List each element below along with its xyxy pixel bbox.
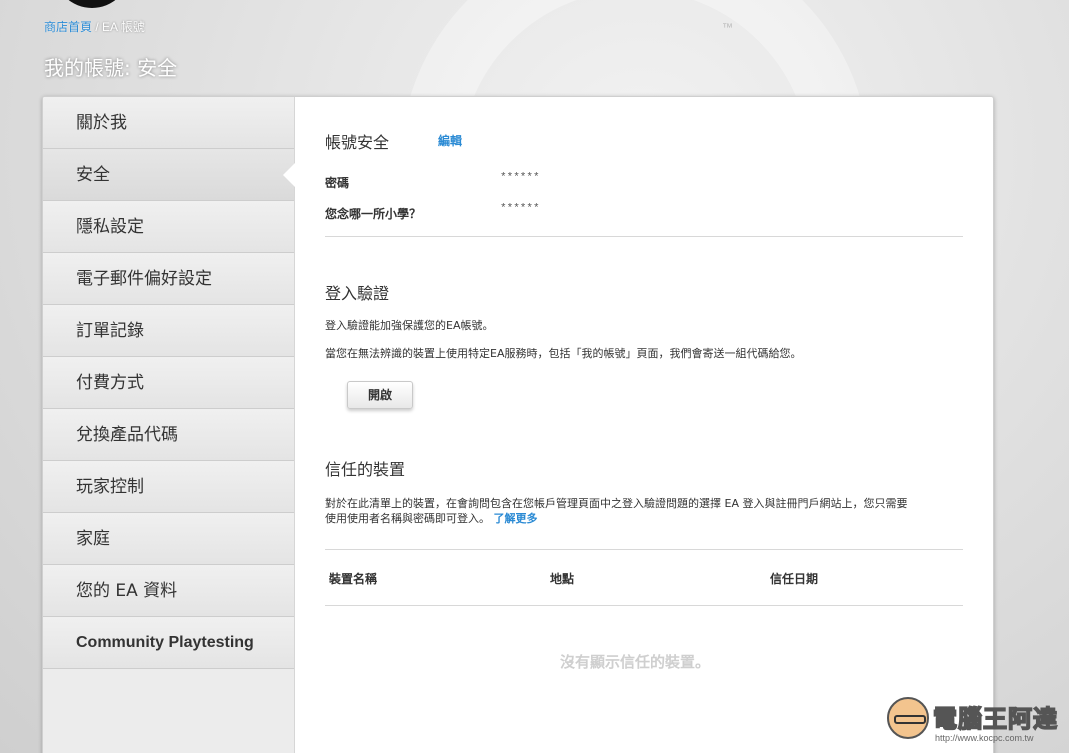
empty-devices-message: 沒有顯示信任的裝置。	[560, 653, 711, 671]
sidebar-item-label: 家庭	[76, 529, 110, 549]
trusted-devices-desc-line-1: 對於在此清單上的裝置，在會詢問包含在您帳戶管理頁面中之登入驗證問題的選擇 EA …	[325, 497, 908, 510]
sidebar-item-ea-data[interactable]: 您的 EA 資料	[43, 565, 294, 617]
breadcrumb: 商店首頁 / EA 帳號	[44, 18, 145, 35]
trademark-mark: ™	[722, 22, 733, 34]
sidebar-item-label: 兌換產品代碼	[76, 425, 178, 445]
active-indicator-arrow	[283, 163, 295, 187]
security-question-label: 您念哪一所小學？	[325, 207, 422, 221]
column-header-trust-date: 信任日期	[770, 572, 819, 586]
enable-verification-button[interactable]: 開啟	[347, 381, 413, 409]
edit-link[interactable]: 編輯	[438, 132, 462, 149]
sidebar-item-family[interactable]: 家庭	[43, 513, 294, 565]
divider	[325, 236, 963, 237]
sidebar-item-community-playtesting[interactable]: Community Playtesting	[43, 617, 294, 669]
password-label: 密碼	[325, 176, 350, 190]
account-security-title: 帳號安全	[325, 133, 390, 152]
breadcrumb-home-link[interactable]: 商店首頁	[44, 20, 92, 34]
password-value: ******	[500, 172, 540, 184]
breadcrumb-current: EA 帳號	[102, 20, 145, 34]
mascot-face-icon	[887, 697, 929, 739]
breadcrumb-separator: /	[92, 20, 103, 34]
column-header-device-name: 裝置名稱	[329, 572, 378, 586]
security-content: 帳號安全 編輯 密碼 ****** 您念哪一所小學？ ****** 登入驗證 登…	[325, 97, 965, 753]
sidebar-item-label: 付費方式	[76, 373, 144, 393]
sidebar-item-player-controls[interactable]: 玩家控制	[43, 461, 294, 513]
watermark-text: 電腦王阿達	[932, 704, 1058, 734]
trusted-devices-desc: 對於在此清單上的裝置，在會詢問包含在您帳戶管理頁面中之登入驗證問題的選擇 EA …	[325, 496, 965, 526]
login-verification-title: 登入驗證	[325, 284, 390, 303]
trusted-devices-desc-line-2: 使用使用者名稱與密碼即可登入。	[325, 512, 490, 525]
watermark-url: http://www.kocpc.com.tw	[935, 733, 1034, 743]
page-title: 我的帳號: 安全	[44, 56, 178, 80]
sidebar-item-label: 您的 EA 資料	[76, 581, 178, 601]
learn-more-link[interactable]: 了解更多	[494, 512, 538, 525]
sidebar-item-label: 隱私設定	[76, 217, 144, 237]
sidebar-item-about-me[interactable]: 關於我	[43, 97, 294, 149]
sidebar-item-label: 安全	[76, 165, 110, 185]
divider	[325, 605, 963, 606]
sidebar-item-label: 玩家控制	[76, 477, 144, 497]
sidebar-item-privacy[interactable]: 隱私設定	[43, 201, 294, 253]
sidebar-item-redeem-code[interactable]: 兌換產品代碼	[43, 409, 294, 461]
sidebar-item-order-history[interactable]: 訂單記錄	[43, 305, 294, 357]
security-question-value: ******	[500, 203, 540, 215]
sidebar-item-label: 訂單記錄	[76, 321, 144, 341]
divider	[325, 549, 963, 550]
login-verification-desc-2: 當您在無法辨識的裝置上使用特定EA服務時，包括「我的帳號」頁面，我們會寄送一組代…	[325, 347, 802, 360]
sidebar-item-label: 電子郵件偏好設定	[76, 269, 212, 289]
sidebar-item-email-preferences[interactable]: 電子郵件偏好設定	[43, 253, 294, 305]
sidebar-item-label: Community Playtesting	[76, 634, 254, 651]
site-watermark: 電腦王阿達 http://www.kocpc.com.tw	[887, 695, 1059, 751]
account-panel: 關於我 安全 隱私設定 電子郵件偏好設定 訂單記錄 付費方式 兌換產品代碼 玩家…	[42, 96, 994, 753]
sidebar-item-label: 關於我	[76, 113, 127, 133]
sidebar-item-security[interactable]: 安全	[43, 149, 295, 201]
sidebar-item-payment-methods[interactable]: 付費方式	[43, 357, 294, 409]
sidebar: 關於我 安全 隱私設定 電子郵件偏好設定 訂單記錄 付費方式 兌換產品代碼 玩家…	[43, 97, 295, 753]
column-header-location: 地點	[550, 572, 575, 586]
login-verification-desc-1: 登入驗證能加強保護您的EA帳號。	[325, 319, 494, 332]
trusted-devices-title: 信任的裝置	[325, 460, 406, 479]
